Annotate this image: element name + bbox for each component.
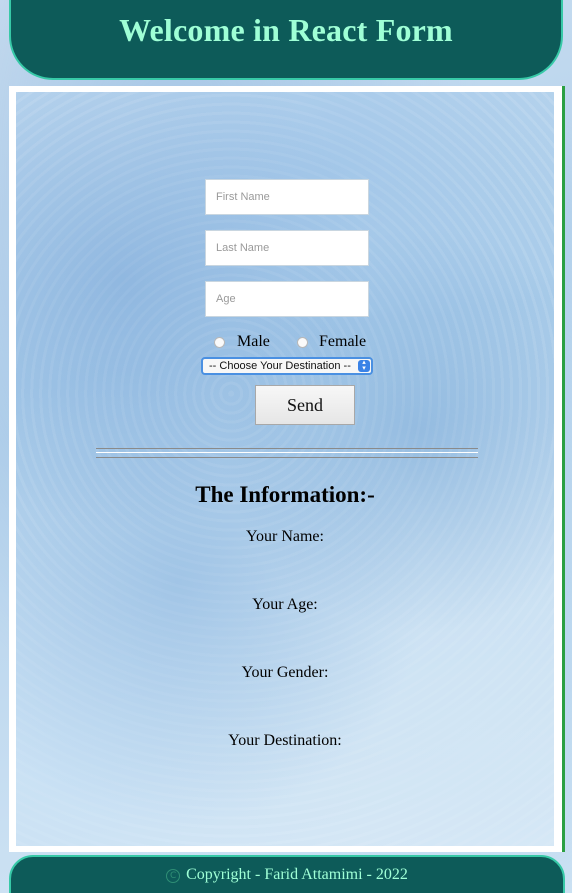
your-gender-label: Your Gender: bbox=[241, 664, 329, 681]
age-input[interactable] bbox=[205, 281, 369, 317]
select-arrows-icon: ▴ ▾ bbox=[358, 359, 370, 372]
send-button[interactable]: Send bbox=[255, 385, 355, 425]
last-name-input[interactable] bbox=[205, 230, 369, 266]
your-name-label: Your Name: bbox=[246, 528, 324, 545]
your-destination-label: Your Destination: bbox=[228, 732, 342, 749]
page-header: Welcome in React Form bbox=[9, 0, 563, 80]
form-panel-background: Male Female -- Choose Your Destination -… bbox=[16, 92, 554, 846]
footer-copyright: C Copyright - Farid Attamimi - 2022 bbox=[166, 866, 408, 884]
page-footer: C Copyright - Farid Attamimi - 2022 bbox=[9, 855, 565, 893]
gender-radio-group: Male Female bbox=[16, 332, 554, 354]
your-age-label: Your Age: bbox=[252, 596, 318, 613]
footer-copyright-text: Copyright - Farid Attamimi - 2022 bbox=[186, 866, 408, 883]
female-radio-label[interactable]: Female bbox=[319, 333, 366, 351]
form-panel: Male Female -- Choose Your Destination -… bbox=[9, 86, 565, 852]
male-radio-label[interactable]: Male bbox=[237, 333, 270, 351]
section-divider bbox=[96, 448, 478, 458]
male-radio[interactable] bbox=[214, 337, 225, 348]
female-radio[interactable] bbox=[297, 337, 308, 348]
copyright-icon: C bbox=[166, 869, 181, 883]
information-heading: The Information:- bbox=[195, 482, 375, 507]
first-name-input[interactable] bbox=[205, 179, 369, 215]
destination-select-value: -- Choose Your Destination -- bbox=[209, 360, 351, 372]
page-title: Welcome in React Form bbox=[119, 12, 453, 48]
destination-select[interactable]: -- Choose Your Destination -- ▴ ▾ bbox=[201, 357, 373, 375]
